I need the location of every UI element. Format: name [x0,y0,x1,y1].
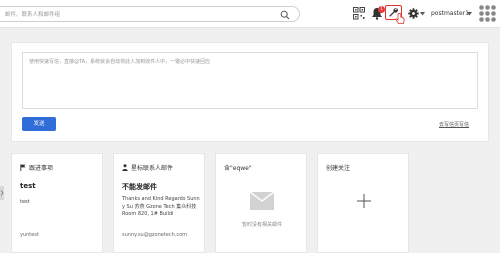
top-header: 1 postmaster1 [0,0,500,28]
envelope-icon [250,192,274,210]
search-box[interactable] [0,6,300,22]
gear-icon[interactable] [408,7,419,20]
send-button[interactable]: 发送 [22,117,56,131]
quick-compose-input[interactable]: 使用快速写信，直接@TA，系统就会自动将此人加到收件人中，一键必中快速回应 [22,52,478,109]
card-body: Thanks and Kind Regards Sunny Su 苏燕 Gzon… [122,196,200,217]
card-header-label: 跟进事项 [29,165,54,172]
card-header: 跟进事项 [20,163,53,172]
quick-compose-card: 使用快速写信，直接@TA，系统就会自动将此人加到收件人中，一键必中快速回应 发送… [11,42,489,142]
notification-badge: 1 [378,6,385,13]
empty-state-text: 暂时没有相关邮件 [241,222,282,228]
card-line: test [20,199,30,205]
qr-code-icon[interactable] [353,7,365,20]
search-icon[interactable] [280,10,290,20]
create-follow-card[interactable]: 创建关注 [317,153,409,253]
chevron-right-icon [0,190,4,196]
side-expand-tab[interactable] [0,186,4,200]
compose-placeholder: 使用快速写信，直接@TA，系统就会自动将此人加到收件人中，一键必中快速回应 [29,59,211,65]
card-footer: yuntest [20,232,39,238]
chevron-down-icon[interactable] [420,12,425,16]
chevron-down-icon[interactable] [467,12,472,16]
search-input[interactable] [5,9,275,20]
card-header-label: 创建关注 [326,165,351,172]
card-header: 星标联系人邮件 [122,163,173,172]
card-header-label: 星标联系人邮件 [131,165,174,172]
followup-card[interactable]: 跟进事项 test test yuntest [11,153,103,253]
plus-icon[interactable] [357,194,371,208]
person-icon [122,164,128,171]
card-header: 含"eqwe" [224,163,252,172]
avatar-grid-icon[interactable] [478,4,497,23]
cursor-hand-icon [395,13,405,24]
keyword-mail-card[interactable]: 含"eqwe" 暂时没有相关邮件 [215,153,307,253]
compose-page-link[interactable]: 去写信页写信 [439,121,469,128]
card-footer: sunny.su@gzonetech.com [122,232,188,238]
card-header: 创建关注 [326,163,350,172]
card-header-label: 含"eqwe" [224,165,252,172]
user-name[interactable]: postmaster1 [431,10,469,17]
card-title[interactable]: test [20,182,36,190]
card-title[interactable]: 不能发邮件 [122,182,157,192]
starred-contact-card[interactable]: 星标联系人邮件 不能发邮件 Thanks and Kind Regards Su… [113,153,205,253]
flag-icon [20,164,26,171]
